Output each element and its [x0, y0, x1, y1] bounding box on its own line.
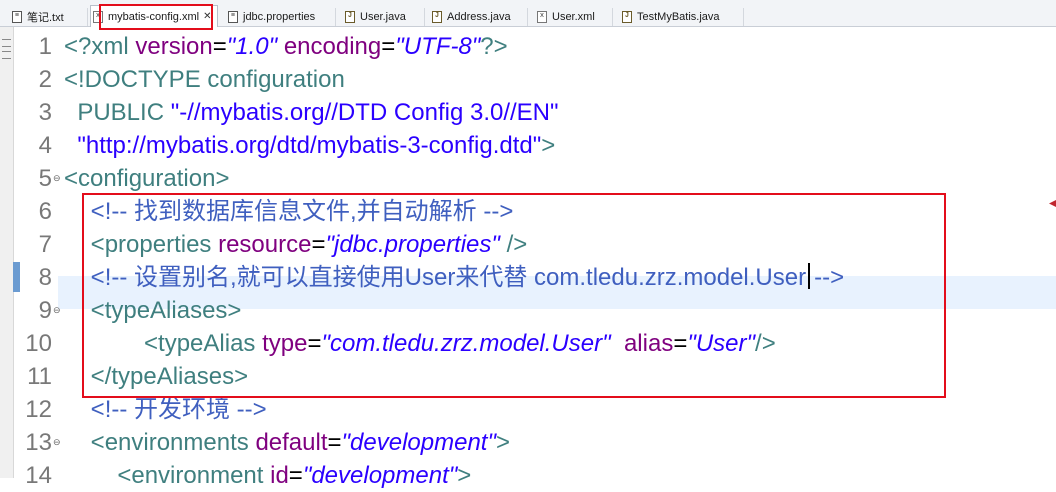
java-file-icon [432, 11, 442, 23]
code-token: <!-- 开发环境 --> [90, 396, 267, 423]
tab-label: jdbc.properties [243, 11, 316, 23]
overview-ruler-mark-icon [1049, 200, 1056, 207]
current-line-marker [13, 262, 20, 292]
tab-label: User.xml [552, 11, 595, 23]
code-token: <?xml [64, 33, 136, 60]
line-number: 8 [38, 264, 52, 291]
line-number: 1 [38, 33, 52, 60]
text-file-icon [12, 11, 22, 23]
line-number: 10 [25, 330, 52, 357]
line-number: 11 [27, 363, 52, 390]
code-text: <environment id="development"> [64, 459, 471, 492]
code-token: = [381, 33, 396, 60]
java-file-icon [622, 11, 632, 23]
code-token: "http://mybatis.org/dtd/mybatis-3-config… [64, 132, 542, 159]
code-text: "http://mybatis.org/dtd/mybatis-3-config… [64, 129, 555, 162]
line-number: 14 [25, 462, 52, 489]
properties-file-icon [228, 11, 238, 23]
code-token: "development" [302, 462, 458, 489]
tab-label: User.java [360, 11, 406, 23]
line-number: 3 [38, 99, 52, 126]
code-token: <environments [90, 429, 256, 456]
code-token: PUBLIC [64, 99, 171, 126]
line-number: 6 [38, 198, 52, 225]
code-token: <!DOCTYPE configuration [64, 66, 345, 93]
xml-file-icon [537, 11, 547, 23]
line-number: 5 [38, 165, 52, 192]
tab-label: 笔记.txt [27, 12, 64, 24]
left-overview-gutter [0, 27, 14, 478]
code-text: <environments default="development"> [64, 426, 510, 459]
code-token: ?> [480, 33, 508, 60]
code-token: > [541, 132, 556, 159]
code-token: > [457, 462, 472, 489]
tab-label: Address.java [447, 11, 511, 23]
code-token: <configuration> [64, 165, 230, 192]
line-number: 4 [38, 132, 52, 159]
code-token: <environment [117, 462, 271, 489]
fold-toggle-icon[interactable]: ⊖ [53, 294, 61, 327]
line-number: 12 [25, 396, 52, 423]
code-text: <configuration> [64, 162, 229, 195]
tab-testmybatis-java[interactable]: TestMyBatis.java [620, 8, 744, 26]
code-token: = [212, 33, 227, 60]
outline-icon [2, 39, 11, 47]
code-token: "UTF-8" [395, 33, 481, 60]
code-text: <?xml version="1.0" encoding="UTF-8"?> [64, 30, 508, 63]
code-token: = [327, 429, 342, 456]
tab-jdbc-properties[interactable]: jdbc.properties [226, 8, 336, 26]
tab-user-xml[interactable]: User.xml [535, 8, 613, 26]
code-token: default [255, 429, 328, 456]
code-token: = [288, 462, 303, 489]
line-number: 7 [38, 231, 52, 258]
tab-address-java[interactable]: Address.java [430, 8, 528, 26]
code-text: PUBLIC "-//mybatis.org//DTD Config 3.0//… [64, 96, 559, 129]
tab-label: TestMyBatis.java [637, 11, 720, 23]
code-text: <!DOCTYPE configuration [64, 63, 345, 96]
java-file-icon [345, 11, 355, 23]
fold-toggle-icon[interactable]: ⊖ [53, 162, 61, 195]
code-token: version [135, 33, 213, 60]
tab-notes-txt[interactable]: 笔记.txt [10, 8, 88, 26]
code-token: > [495, 429, 510, 456]
code-highlight-box [82, 193, 946, 398]
outline-icon [2, 51, 11, 59]
code-token: "development" [341, 429, 496, 456]
code-token: "1.0" [226, 33, 278, 60]
code-token: encoding [283, 33, 382, 60]
line-number: 13 [25, 429, 52, 456]
line-number: 9 [38, 297, 52, 324]
tab-user-java[interactable]: User.java [343, 8, 425, 26]
code-token: id [270, 462, 289, 489]
line-number: 2 [38, 66, 52, 93]
fold-toggle-icon[interactable]: ⊖ [53, 426, 61, 459]
code-token: "-//mybatis.org//DTD Config 3.0//EN" [170, 99, 559, 126]
